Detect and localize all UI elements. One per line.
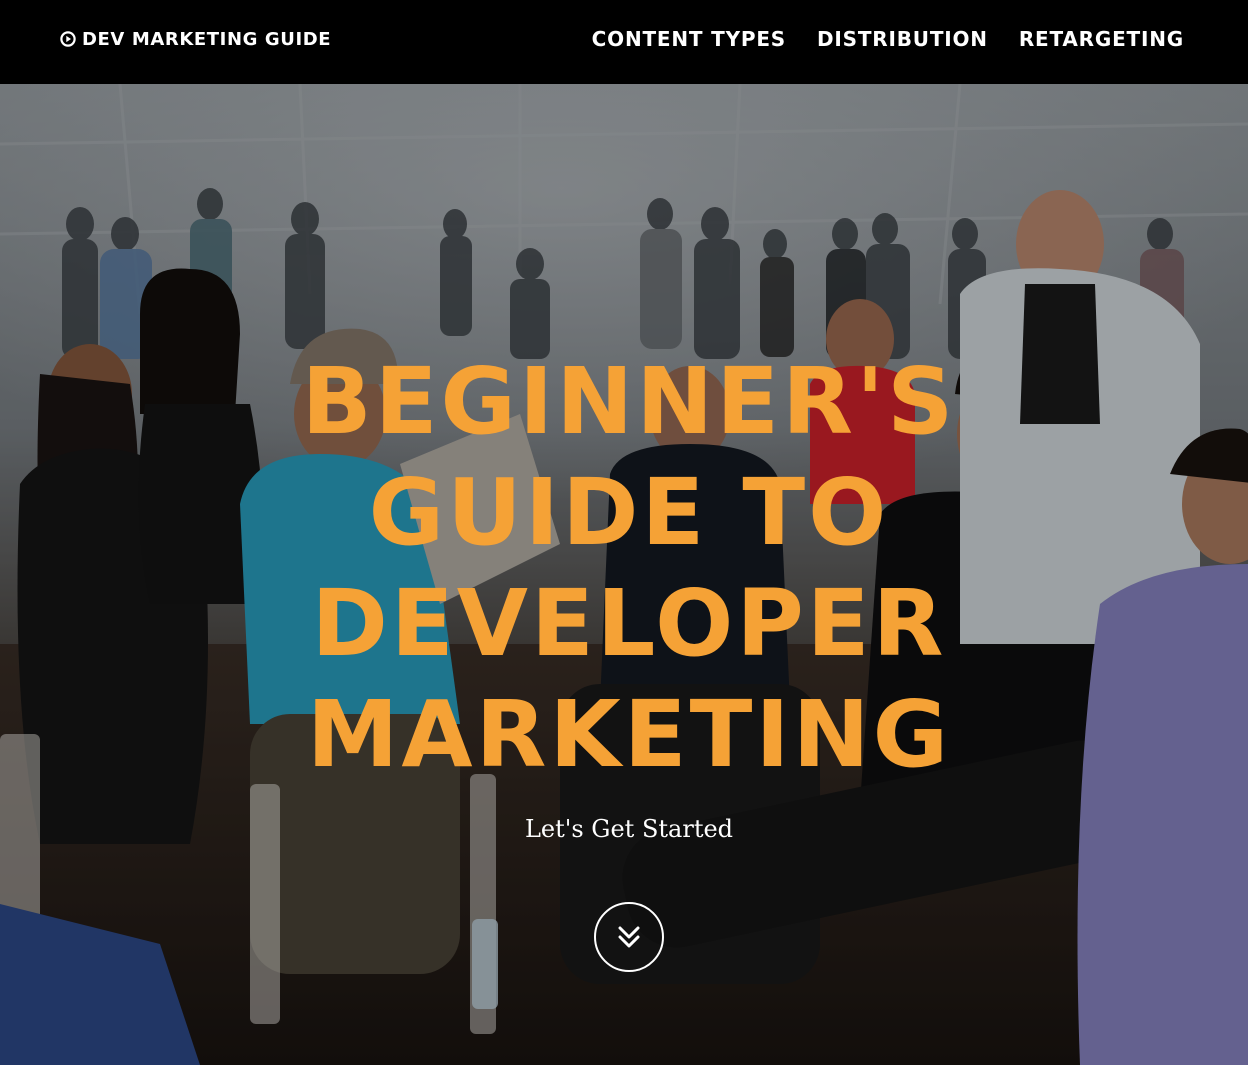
main-nav: CONTENT TYPES DISTRIBUTION RETARGETING bbox=[592, 26, 1184, 52]
brand-link[interactable]: DEV MARKETING GUIDE bbox=[60, 27, 331, 51]
hero-title: BEGINNER'S GUIDE TO DEVELOPER MARKETING bbox=[0, 346, 1248, 790]
top-navbar: DEV MARKETING GUIDE CONTENT TYPES DISTRI… bbox=[0, 0, 1248, 84]
play-circle-icon bbox=[60, 31, 76, 47]
scroll-down-button[interactable] bbox=[594, 902, 664, 972]
double-chevron-down-icon bbox=[618, 926, 640, 948]
hero-title-line: MARKETING bbox=[306, 681, 952, 788]
hero-title-line: GUIDE TO bbox=[368, 459, 890, 566]
brand-label: DEV MARKETING GUIDE bbox=[82, 28, 332, 50]
hero-subtitle: Let's Get Started bbox=[524, 815, 734, 843]
hero-title-line: DEVELOPER bbox=[311, 570, 947, 677]
hero-title-line: BEGINNER'S bbox=[301, 348, 957, 455]
nav-link-retargeting[interactable]: RETARGETING bbox=[1019, 26, 1184, 52]
nav-link-content-types[interactable]: CONTENT TYPES bbox=[592, 26, 786, 52]
nav-link-distribution[interactable]: DISTRIBUTION bbox=[817, 26, 988, 52]
hero-section: BEGINNER'S GUIDE TO DEVELOPER MARKETING … bbox=[0, 84, 1248, 1065]
